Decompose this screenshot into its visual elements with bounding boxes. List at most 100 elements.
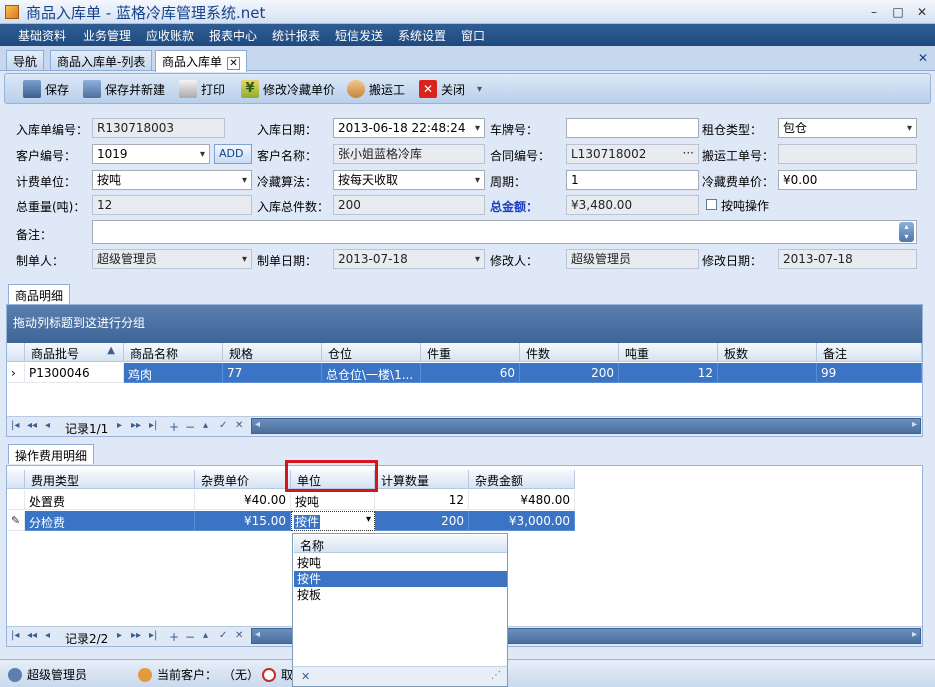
unit-dropdown-icon[interactable]: ▾ [366, 514, 371, 525]
tab-inbound-order[interactable]: 商品入库单 ✕ [155, 50, 248, 72]
table-cell[interactable] [718, 363, 817, 383]
in-date-picker[interactable]: 2013-06-18 22:48:24 [333, 118, 485, 138]
tab-fee-detail[interactable]: 操作费用明细 [8, 444, 95, 464]
by-ton-checkbox[interactable] [706, 199, 717, 210]
spin-up-icon[interactable]: ▴ [899, 222, 914, 232]
scroll-right-icon[interactable]: ▸ [912, 419, 917, 430]
save-new-button[interactable]: 保存并新建 [83, 80, 165, 98]
col-remark[interactable]: 备注 [817, 343, 922, 362]
tab-close-icon[interactable]: ✕ [227, 57, 241, 70]
nav-prev-icon[interactable]: ◂ [45, 630, 50, 641]
col-piece-weight[interactable]: 件重 [421, 343, 520, 362]
table-cell[interactable]: ¥15.00 [195, 511, 291, 531]
table-cell[interactable]: 处置费 [25, 490, 195, 510]
minimize-button[interactable]: – [866, 4, 882, 20]
group-by-panel[interactable]: 拖动列标题到这进行分组 [7, 305, 922, 343]
table-cell[interactable]: ¥40.00 [195, 490, 291, 510]
scroll-right-icon[interactable]: ▸ [912, 629, 917, 640]
table-cell[interactable]: 77 [223, 363, 322, 383]
toolbar-more-icon[interactable]: ▾ [477, 84, 482, 95]
table-cell[interactable]: P1300046 [25, 363, 124, 383]
col-quantity[interactable]: 计算数量 [375, 470, 469, 489]
nav-remove-icon[interactable]: − [185, 420, 195, 434]
nav-cancel-icon[interactable]: ✕ [235, 630, 243, 641]
menu-reports[interactable]: 报表中心 [209, 27, 257, 44]
rent-type-select[interactable]: 包仓 [778, 118, 917, 138]
table-cell[interactable]: 99 [817, 363, 922, 383]
spin-down-icon[interactable]: ▾ [899, 232, 914, 242]
nav-last-icon[interactable]: ▸| [149, 420, 157, 431]
nav-remove-icon[interactable]: − [185, 630, 195, 644]
dropdown-option-piece[interactable]: 按件 [294, 571, 507, 587]
unit-cell-editor[interactable]: 按件⋰▾ [291, 511, 375, 531]
nav-cancel-icon[interactable]: ✕ [235, 420, 243, 431]
goods-hscrollbar[interactable]: ◂ ▸ [251, 418, 921, 434]
nav-add-icon[interactable]: + [169, 420, 179, 434]
porter-button[interactable]: 搬运工 [347, 80, 405, 98]
tabstrip-close-icon[interactable]: ✕ [918, 51, 928, 65]
col-fee-amount[interactable]: 杂费金额 [469, 470, 575, 489]
col-tons[interactable]: 吨重 [619, 343, 718, 362]
print-button[interactable]: 打印 [179, 80, 225, 98]
nav-prev-icon[interactable]: ◂ [45, 420, 50, 431]
scroll-left-icon[interactable]: ◂ [255, 629, 260, 640]
close-window-button[interactable]: ✕ [914, 4, 930, 20]
nav-up-icon[interactable]: ▴ [203, 630, 208, 641]
nav-accept-icon[interactable]: ✓ [219, 630, 227, 641]
table-cell[interactable]: 总仓位\一楼\1... [322, 363, 421, 383]
remark-spin[interactable]: ▴ ▾ [899, 222, 914, 242]
table-cell[interactable]: 60 [421, 363, 520, 383]
dropdown-option-ton[interactable]: 按吨 [294, 555, 507, 571]
plate-input[interactable] [566, 118, 699, 138]
table-cell[interactable]: 按吨 [291, 490, 375, 510]
menu-receivables[interactable]: 应收账款 [146, 27, 194, 44]
row-indicator-icon[interactable]: › [7, 363, 25, 383]
status-cancel[interactable]: 取 [262, 666, 293, 683]
menu-window[interactable]: 窗口 [461, 27, 485, 44]
table-cell[interactable]: 鸡肉 [124, 363, 223, 383]
nav-add-icon[interactable]: + [169, 630, 179, 644]
remark-input[interactable] [92, 220, 917, 244]
nav-last-icon[interactable]: ▸| [149, 630, 157, 641]
table-cell[interactable]: 分检费 [25, 511, 195, 531]
col-pieces[interactable]: 件数 [520, 343, 619, 362]
add-customer-button[interactable]: ADD [214, 144, 252, 164]
menu-statistics[interactable]: 统计报表 [272, 27, 320, 44]
nav-next-page-icon[interactable]: ▸▸ [131, 420, 141, 431]
nav-first-icon[interactable]: |◂ [11, 630, 19, 641]
resize-grip-icon[interactable]: ⋰ [491, 670, 501, 681]
billing-unit-select[interactable]: 按吨 [92, 170, 252, 190]
menu-settings[interactable]: 系统设置 [398, 27, 446, 44]
table-cell[interactable]: 12 [619, 363, 718, 383]
cold-price-input[interactable]: ¥0.00 [778, 170, 917, 190]
menu-business[interactable]: 业务管理 [83, 27, 131, 44]
save-button[interactable]: 保存 [23, 80, 69, 98]
restore-button[interactable]: □ [890, 4, 906, 20]
menu-basic-data[interactable]: 基础资料 [18, 27, 66, 44]
customer-no-select[interactable]: 1019 [92, 144, 210, 164]
nav-next-icon[interactable]: ▸ [117, 420, 122, 431]
dropdown-option-pallet[interactable]: 按板 [294, 587, 507, 603]
nav-next-icon[interactable]: ▸ [117, 630, 122, 641]
table-cell[interactable]: 200 [375, 511, 469, 531]
col-fee-type[interactable]: 费用类型 [25, 470, 195, 489]
col-goods-name[interactable]: 商品名称 [124, 343, 223, 362]
col-batch-no[interactable]: 商品批号 ▲ [25, 343, 124, 362]
col-spec[interactable]: 规格 [223, 343, 322, 362]
table-cell[interactable]: 200 [520, 363, 619, 383]
col-pallets[interactable]: 板数 [718, 343, 817, 362]
nav-first-icon[interactable]: |◂ [11, 420, 19, 431]
table-cell[interactable]: 12 [375, 490, 469, 510]
nav-accept-icon[interactable]: ✓ [219, 420, 227, 431]
col-location[interactable]: 仓位 [322, 343, 421, 362]
modify-price-button[interactable]: ¥ 修改冷藏单价 [241, 80, 335, 98]
table-cell[interactable]: ¥480.00 [469, 490, 575, 510]
tab-inbound-list[interactable]: 商品入库单-列表 [50, 50, 153, 70]
nav-prev-page-icon[interactable]: ◂◂ [27, 630, 37, 641]
menu-sms[interactable]: 短信发送 [335, 27, 383, 44]
nav-prev-page-icon[interactable]: ◂◂ [27, 420, 37, 431]
nav-next-page-icon[interactable]: ▸▸ [131, 630, 141, 641]
tab-goods-detail[interactable]: 商品明细 [8, 284, 71, 304]
close-button[interactable]: ✕ 关闭 ▾ [419, 80, 482, 98]
contract-browse-icon[interactable]: ··· [683, 146, 694, 161]
